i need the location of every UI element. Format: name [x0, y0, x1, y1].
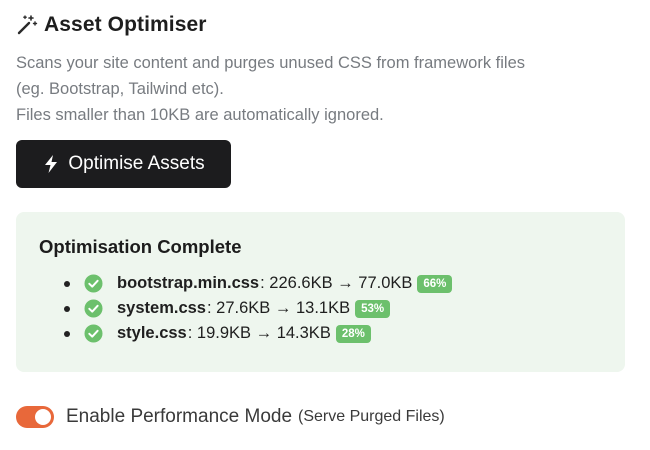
file-sizes: : 226.6KB → 77.0KB: [260, 274, 413, 292]
description: Scans your site content and purges unuse…: [16, 50, 636, 128]
reduction-badge: 66%: [417, 274, 453, 293]
bullet: [64, 305, 70, 312]
list-item: system.css : 27.6KB → 13.1KB 53%: [64, 296, 452, 321]
reduction-badge: 53%: [355, 299, 391, 318]
optimise-assets-button[interactable]: Optimise Assets: [16, 140, 231, 188]
header: Asset Optimiser: [16, 2, 636, 48]
file-sizes: : 27.6KB → 13.1KB: [207, 299, 351, 317]
reduction-badge: 28%: [335, 324, 371, 343]
list-item: style.css : 19.9KB → 14.3KB 28%: [64, 321, 452, 346]
check-circle-icon: [84, 274, 103, 293]
file-sizes: : 19.9KB → 14.3KB: [187, 324, 331, 342]
asset-optimiser-panel: Asset Optimiser Scans your site content …: [16, 0, 636, 428]
performance-mode-row: Enable Performance Mode (Serve Purged Fi…: [16, 406, 445, 428]
file-name: bootstrap.min.css: [117, 274, 260, 292]
performance-mode-toggle[interactable]: [16, 406, 54, 428]
check-circle-icon: [84, 324, 103, 343]
list-item: bootstrap.min.css : 226.6KB → 77.0KB 66%: [64, 271, 453, 296]
optimisation-result-box: Optimisation Complete bootstrap.min.css …: [16, 212, 625, 372]
optimise-assets-label: Optimise Assets: [68, 153, 205, 174]
check-circle-icon: [84, 299, 103, 318]
description-line: Scans your site content and purges unuse…: [16, 54, 525, 72]
bullet: [64, 330, 70, 337]
file-name: system.css: [117, 299, 206, 317]
bullet: [64, 280, 70, 287]
optimised-file-list: bootstrap.min.css : 226.6KB → 77.0KB 66%…: [64, 271, 453, 346]
description-line: (eg. Bootstrap, Tailwind etc).: [16, 80, 224, 98]
toggle-knob: [35, 409, 51, 425]
description-line: Files smaller than 10KB are automaticall…: [16, 106, 384, 124]
magic-wand-icon: [16, 14, 38, 36]
lightning-bolt-icon: [42, 154, 60, 174]
performance-mode-label: Enable Performance Mode: [66, 406, 293, 427]
result-title: Optimisation Complete: [39, 236, 242, 257]
page-title: Asset Optimiser: [44, 13, 207, 36]
file-name: style.css: [117, 324, 187, 342]
performance-mode-sublabel: (Serve Purged Files): [298, 408, 445, 425]
